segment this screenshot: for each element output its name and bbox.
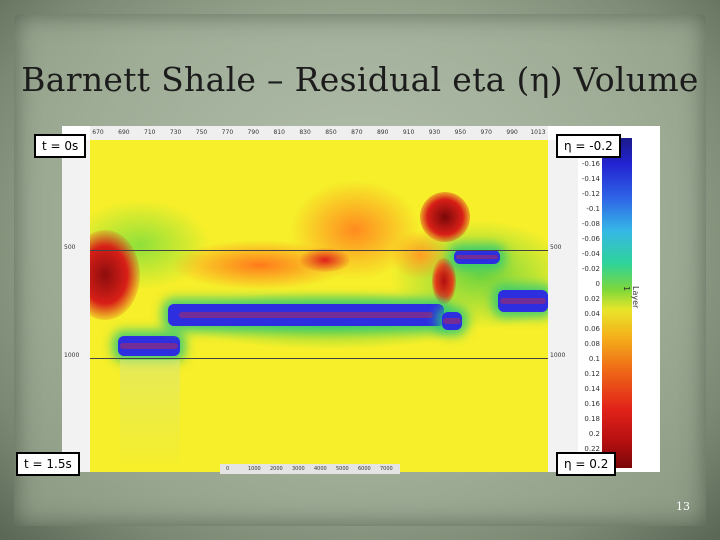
top-tick: 870: [351, 129, 363, 136]
seismic-panel: 670 690 710 730 750 770 790 810 830 850 870 890 910 9…: [62, 126, 660, 474]
colorbar-label: Layer 1: [622, 286, 640, 309]
top-tick: 910: [402, 129, 415, 136]
top-tick: 990: [506, 129, 518, 136]
colorbar-tick: -0.1: [586, 205, 600, 213]
scale-tick: 3000: [292, 466, 305, 472]
top-tick: 810: [273, 129, 285, 136]
top-tick: 930: [428, 129, 441, 136]
page-number: 13: [676, 500, 690, 513]
horizon-line: [90, 250, 548, 251]
scale-tick: 2000: [270, 466, 283, 472]
blue-band: [118, 336, 180, 356]
eta-max-label: η = 0.2: [556, 452, 617, 476]
colorbar-tick: 0.04: [584, 310, 600, 318]
slide-title: Barnett Shale – Residual eta (η) Volume: [21, 60, 699, 99]
blue-band: [168, 304, 444, 326]
top-tick: 730: [169, 129, 182, 136]
blue-band: [498, 290, 548, 312]
colorbar-tick: 0.16: [584, 400, 600, 408]
colorbar-tick: 0.12: [584, 370, 600, 378]
horizon-line: [90, 358, 548, 359]
seismic-section: [90, 140, 548, 472]
top-tick: 750: [195, 129, 208, 136]
scale-bar: 0 1000 2000 3000 4000 5000 6000 7000: [220, 464, 400, 474]
right-tick: 500: [550, 244, 562, 251]
red-anomaly: [300, 248, 350, 272]
right-axis: 500 1000: [548, 140, 578, 472]
scale-tick: 4000: [314, 466, 327, 472]
top-tick: 710: [144, 129, 156, 136]
time-end-label: t = 1.5s: [16, 452, 80, 476]
orange-anomaly: [390, 230, 450, 280]
colorbar-tick: 0.08: [584, 340, 600, 348]
top-tick: 890: [376, 129, 389, 136]
streak: [120, 360, 180, 470]
colorbar-tick: 0.14: [584, 385, 600, 393]
top-tick: 670: [92, 129, 104, 136]
colorbar-tick: -0.12: [581, 190, 600, 198]
colorbar-tick: -0.06: [581, 235, 600, 243]
colorbar-tick: 0.18: [584, 415, 600, 423]
scale-tick: 5000: [336, 466, 349, 472]
colorbar-tick: 0.06: [584, 325, 600, 333]
scale-tick: 1000: [248, 466, 261, 472]
blue-band: [442, 312, 462, 330]
colorbar-tick: 0.2: [588, 430, 600, 438]
top-tick: 950: [454, 129, 467, 136]
top-tick: 790: [247, 129, 260, 136]
top-tick: 690: [118, 129, 130, 136]
colorbar-tick: -0.14: [581, 175, 600, 183]
scale-tick: 6000: [358, 466, 371, 472]
colorbar-tick: -0.08: [581, 220, 600, 228]
colorbar-tick: -0.16: [581, 160, 600, 168]
colorbar-tick: 0.1: [588, 355, 600, 363]
time-start-label: t = 0s: [34, 134, 87, 158]
scale-tick: 0: [226, 466, 230, 472]
blue-band: [454, 250, 500, 264]
right-tick: 1000: [550, 352, 566, 359]
colorbar-tick: 0: [595, 280, 600, 288]
colorbar-ticks: -0.16 -0.14 -0.12 -0.1 -0.08 -0.06 -0.04 -0.02 0…: [578, 138, 602, 468]
left-axis: 500 1000: [62, 140, 90, 472]
top-tick: 770: [221, 129, 234, 136]
colorbar-tick: 0.02: [584, 295, 600, 303]
top-tick: 850: [325, 129, 337, 136]
scale-tick: 7000: [380, 466, 393, 472]
top-tick: 830: [299, 129, 311, 136]
eta-min-label: η = -0.2: [556, 134, 621, 158]
top-axis-ticks: 670 690 710 730 750 770 790 810 830 850 870 890 910 9…: [90, 126, 548, 140]
top-tick: 1013: [530, 129, 546, 136]
colorbar-tick: -0.04: [581, 250, 600, 258]
left-tick: 1000: [64, 352, 80, 359]
left-tick: 500: [64, 244, 76, 251]
colorbar-tick: -0.02: [581, 265, 600, 273]
top-tick: 970: [480, 129, 492, 136]
